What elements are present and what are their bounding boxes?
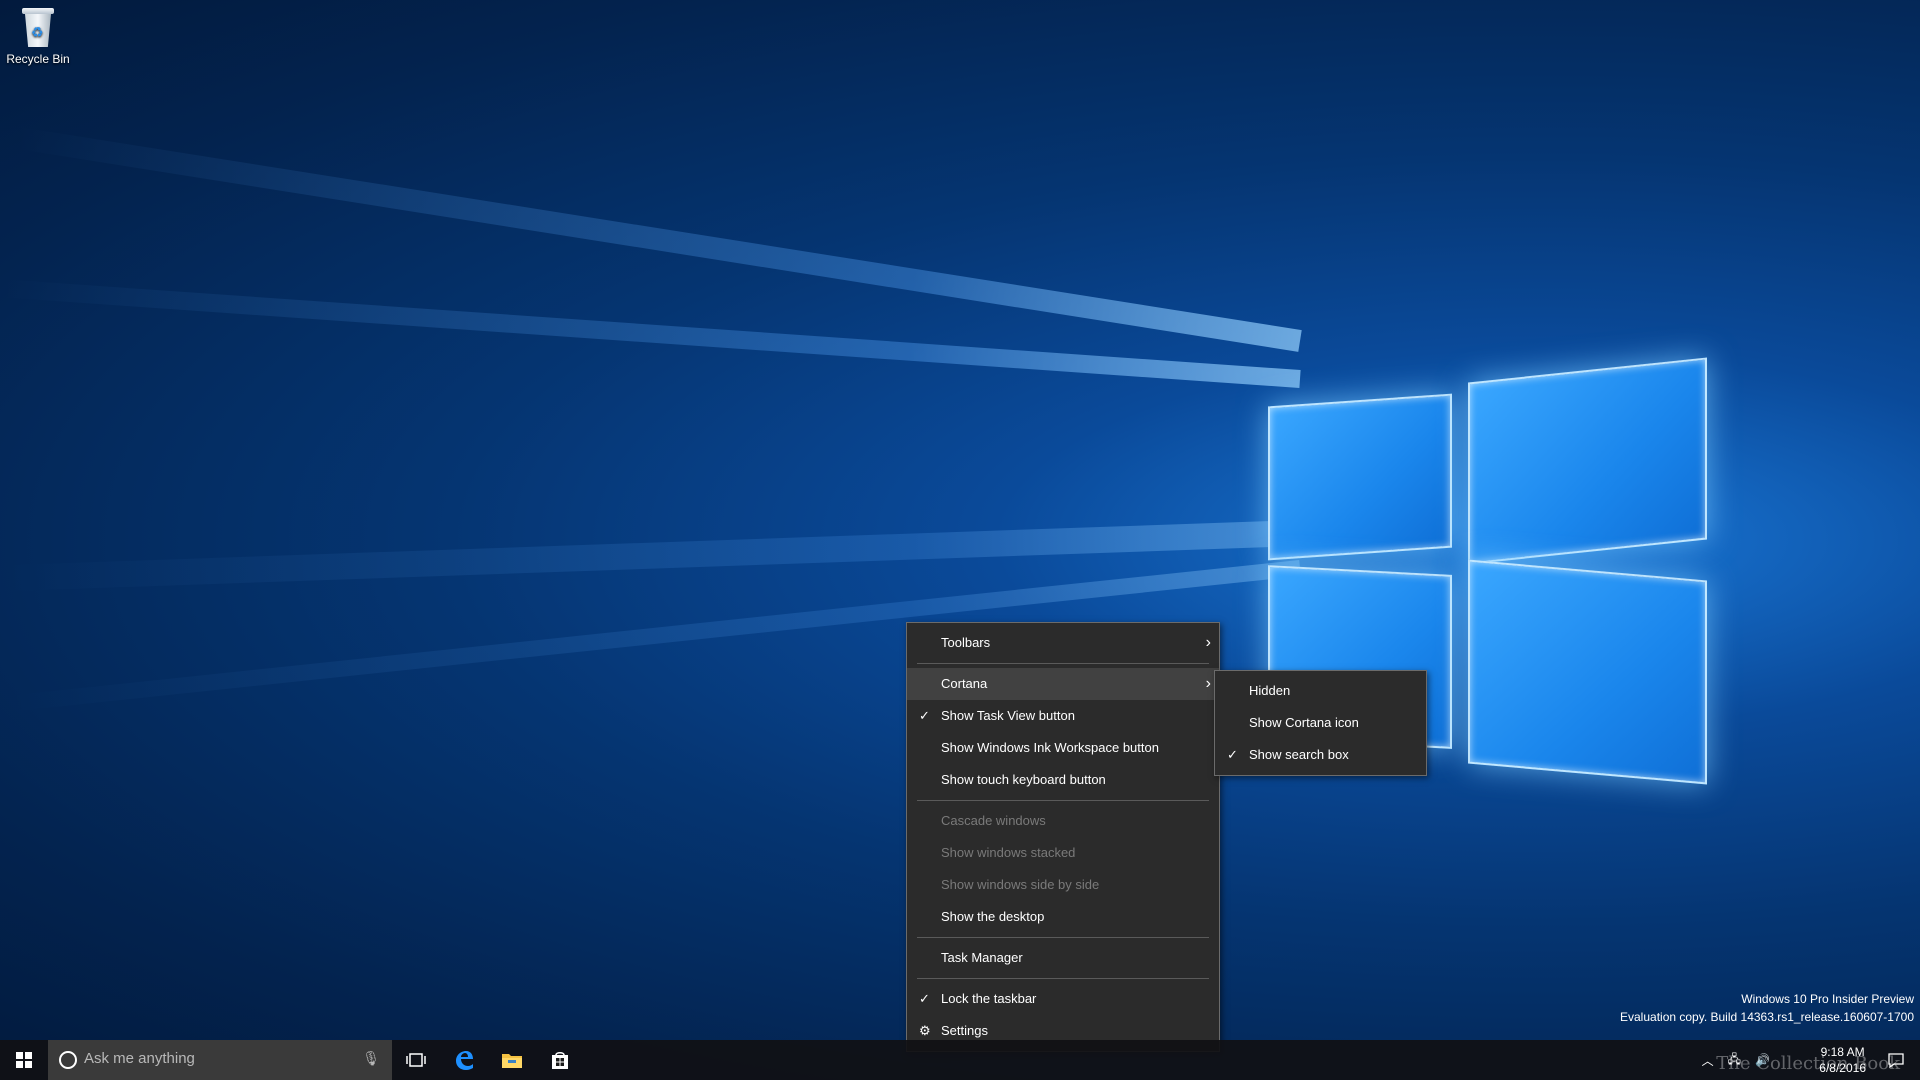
file-explorer-icon	[502, 1054, 522, 1068]
checkmark-icon: ✓	[919, 708, 930, 723]
task-view-icon	[406, 1053, 426, 1067]
desktop-icon-recycle-bin[interactable]: ♻ Recycle Bin	[6, 8, 70, 66]
taskbar-context-menu: Toolbars › Cortana › ✓ Show Task View bu…	[906, 622, 1220, 1052]
checkmark-icon: ✓	[919, 991, 930, 1006]
menu-item-toolbars[interactable]: Toolbars ›	[907, 627, 1219, 659]
submenu-item-show-search-box[interactable]: ✓ Show search box	[1215, 739, 1426, 771]
desktop-icon-label: Recycle Bin	[6, 52, 70, 66]
windows-logo-pane	[1468, 559, 1707, 785]
search-box[interactable]: Ask me anything 🎙	[48, 1040, 392, 1080]
menu-separator	[917, 978, 1209, 979]
start-button[interactable]	[0, 1040, 48, 1080]
recycle-bin-icon: ♻	[20, 8, 56, 48]
edge-button[interactable]	[440, 1040, 488, 1080]
submenu-item-hidden[interactable]: Hidden	[1215, 675, 1426, 707]
watermark-edition: Windows 10 Pro Insider Preview	[1741, 992, 1914, 1006]
menu-item-show-ink-workspace[interactable]: Show Windows Ink Workspace button	[907, 732, 1219, 764]
store-button[interactable]	[536, 1040, 584, 1080]
cortana-icon	[59, 1051, 77, 1069]
wallpaper-beam	[14, 126, 1302, 352]
menu-item-cascade-windows: Cascade windows	[941, 813, 1046, 828]
menu-item-show-desktop[interactable]: Show the desktop	[907, 901, 1219, 933]
menu-item-show-task-view[interactable]: ✓ Show Task View button	[907, 700, 1219, 732]
checkmark-icon: ✓	[1227, 747, 1238, 762]
windows-logo-icon	[16, 1052, 32, 1068]
cortana-submenu: Hidden Show Cortana icon ✓ Show search b…	[1214, 670, 1427, 776]
edge-icon	[456, 1051, 473, 1070]
menu-separator	[917, 663, 1209, 664]
submenu-item-show-cortana-icon[interactable]: Show Cortana icon	[1215, 707, 1426, 739]
menu-item-cortana[interactable]: Cortana ›	[907, 668, 1219, 700]
windows-logo-pane	[1268, 393, 1452, 561]
store-icon	[552, 1052, 568, 1069]
menu-item-windows-stacked: Show windows stacked	[941, 845, 1076, 860]
evaluation-watermark: Windows 10 Pro Insider Preview Evaluatio…	[1620, 990, 1914, 1026]
menu-item-task-manager[interactable]: Task Manager	[907, 942, 1219, 974]
watermark-brand: The Collection Book	[1716, 1053, 1900, 1074]
wallpaper-beam	[2, 279, 1301, 388]
menu-item-windows-side-by-side: Show windows side by side	[941, 877, 1100, 892]
file-explorer-button[interactable]	[488, 1040, 536, 1080]
windows-logo-pane	[1468, 357, 1707, 565]
task-view-button[interactable]	[392, 1040, 440, 1080]
chevron-right-icon: ›	[1205, 675, 1211, 692]
microphone-icon[interactable]: 🎙	[362, 1050, 380, 1067]
chevron-right-icon: ›	[1205, 634, 1211, 651]
menu-separator	[917, 800, 1209, 801]
watermark-build: Evaluation copy. Build 14363.rs1_release…	[1620, 1010, 1914, 1024]
menu-item-show-touch-keyboard[interactable]: Show touch keyboard button	[907, 764, 1219, 796]
chevron-up-icon[interactable]: ︿	[1702, 1052, 1714, 1069]
site-watermark: The Collection Book	[1716, 1053, 1900, 1074]
taskbar: Ask me anything 🎙 ︿ 🖧 🔊 9:18 AM 6/8/2016	[0, 1040, 1920, 1080]
menu-item-lock-taskbar[interactable]: ✓ Lock the taskbar	[907, 983, 1219, 1015]
menu-separator	[917, 937, 1209, 938]
search-placeholder: Ask me anything	[84, 1050, 195, 1067]
